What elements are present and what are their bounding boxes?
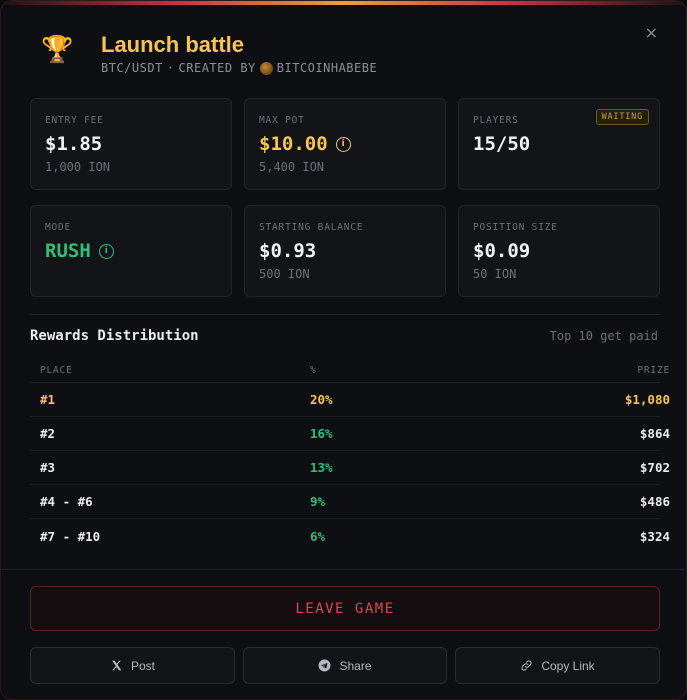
x-logo-icon (112, 660, 122, 671)
created-by-label: CREATED BY (178, 61, 256, 75)
stat-value: $1.85 (45, 133, 103, 155)
stat-sub: 5,400 ION (259, 160, 325, 174)
row-place: #1 (40, 392, 56, 407)
stat-card-players: WAITING PLAYERS 15/50 (458, 98, 660, 190)
footer-divider (1, 569, 686, 570)
col-prize: PRIZE (637, 364, 670, 376)
rewards-table: PLACE % PRIZE #1 20% $1,080 #2 16% $864 … (30, 358, 670, 553)
status-badge: WAITING (595, 109, 649, 125)
battle-modal: × 🏆 Launch battle BTC/USDT · CREATED BY … (0, 0, 687, 700)
row-place: #7 - #10 (40, 528, 101, 544)
row-prize: $864 (639, 426, 670, 441)
rewards-note: Top 10 get paid (549, 329, 658, 343)
copy-link-label: Copy Link (541, 658, 595, 673)
link-icon (521, 660, 532, 671)
table-row: #2 16% $864 (30, 417, 670, 451)
row-prize: $702 (639, 460, 670, 475)
row-pct: 9% (310, 494, 326, 509)
stat-sub: 1,000 ION (45, 160, 111, 174)
row-place: #4 - #6 (40, 494, 93, 509)
subtitle-separator: · (166, 61, 175, 75)
stat-card-max-pot: MAX POT $10.00 i 5,400 ION (244, 98, 446, 190)
stat-label: ENTRY FEE (45, 115, 104, 126)
row-prize: $1,080 (624, 392, 670, 407)
stat-value: $0.93 (259, 240, 317, 262)
creator-avatar (259, 61, 273, 75)
post-button[interactable]: Post (30, 647, 235, 684)
table-row: #3 13% $702 (30, 451, 670, 485)
col-place: PLACE (40, 364, 73, 376)
stats-grid: ENTRY FEE $1.85 1,000 ION MAX POT $10.00… (30, 98, 660, 297)
post-label: Post (130, 658, 155, 673)
share-button[interactable]: Share (243, 647, 447, 684)
telegram-icon (319, 659, 331, 672)
stat-label: MODE (45, 222, 72, 233)
stat-card-starting-balance: STARTING BALANCE $0.93 500 ION (244, 205, 446, 297)
row-place: #3 (40, 460, 56, 475)
stat-value: $10.00 i (259, 132, 431, 156)
battle-subtitle: BTC/USDT · CREATED BY BITCOINHABEBE (101, 61, 377, 75)
creator-name: BITCOINHABEBE (276, 61, 378, 75)
stat-value: $0.09 (473, 240, 531, 262)
rewards-title: Rewards Distribution (30, 328, 199, 344)
table-row: #4 - #6 9% $486 (30, 485, 670, 519)
stat-label: POSITION SIZE (473, 222, 558, 233)
trophy-icon: 🏆 (41, 35, 74, 65)
stat-card-entry-fee: ENTRY FEE $1.85 1,000 ION (30, 98, 232, 190)
stat-value: RUSH i (45, 239, 217, 263)
stat-sub: 50 ION (473, 267, 517, 281)
info-icon[interactable]: i (98, 243, 114, 259)
table-row: #1 20% $1,080 (30, 383, 670, 417)
stat-card-mode: MODE RUSH i (30, 205, 232, 297)
copy-link-button[interactable]: Copy Link (455, 647, 660, 684)
row-pct: 16% (310, 426, 333, 441)
table-row: #7 - #10 6% $324 (30, 519, 670, 553)
table-header: PLACE % PRIZE (30, 358, 669, 383)
stat-sub: 500 ION (259, 267, 310, 281)
stat-label: STARTING BALANCE (259, 222, 364, 233)
page-title: Launch battle (101, 32, 245, 57)
stat-label: MAX POT (259, 115, 305, 126)
close-icon[interactable]: × (645, 23, 658, 42)
row-place: #2 (40, 426, 56, 441)
share-actions: Post Share Copy Link (30, 647, 660, 684)
section-divider (30, 314, 660, 315)
row-pct: 20% (310, 392, 333, 407)
trading-pair: BTC/USDT (101, 61, 163, 75)
row-pct: 13% (310, 460, 333, 475)
info-icon[interactable]: i (335, 136, 351, 152)
stat-value: 15/50 (473, 133, 531, 155)
row-prize: $486 (639, 494, 670, 509)
modal-header: 🏆 Launch battle BTC/USDT · CREATED BY BI… (41, 33, 377, 77)
col-pct: % (310, 364, 317, 376)
row-prize: $324 (639, 528, 670, 544)
stat-card-position-size: POSITION SIZE $0.09 50 ION (458, 205, 660, 297)
share-label: Share (339, 658, 372, 673)
top-glow-bar (1, 1, 686, 5)
row-pct: 6% (310, 528, 326, 544)
leave-game-button[interactable]: LEAVE GAME (30, 586, 660, 631)
